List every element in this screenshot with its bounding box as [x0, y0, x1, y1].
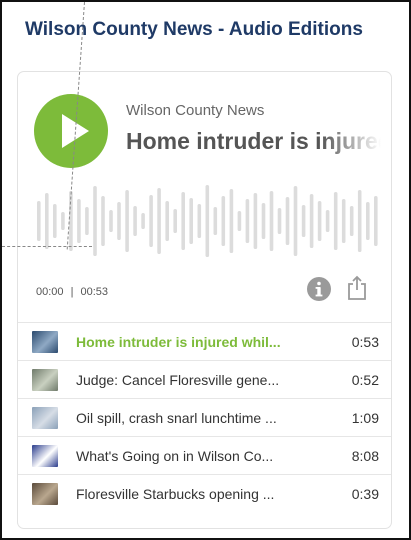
playlist: Home intruder is injured whil... 0:53 Judg… [18, 322, 391, 512]
waveform-bar [77, 199, 81, 243]
waveform-bar [221, 196, 226, 246]
episode-thumbnail [32, 407, 58, 429]
playlist-item[interactable]: What's Going on in Wilson Co... 8:08 [18, 436, 391, 474]
playlist-item[interactable]: Floresville Starbucks opening ... 0:39 [18, 474, 391, 512]
time-display: 00:00 | 00:53 [36, 286, 108, 298]
play-button[interactable] [34, 94, 108, 168]
total-time: 00:53 [80, 286, 109, 298]
waveform-bar [173, 209, 177, 233]
waveform-bar [366, 202, 370, 240]
waveform-bar [357, 190, 362, 252]
playlist-item-title: Judge: Cancel Floresville gene... [76, 372, 280, 388]
episode-thumbnail [32, 331, 58, 353]
time-separator: | [70, 286, 74, 298]
playlist-item-title: What's Going on in Wilson Co... [76, 448, 274, 464]
waveform-bar [349, 206, 354, 236]
info-icon[interactable] [307, 277, 331, 301]
playlist-item[interactable]: Judge: Cancel Floresville gene... 0:52 [18, 360, 391, 398]
waveform-bar [93, 186, 97, 256]
waveform-bar [293, 186, 298, 256]
waveform-bar [125, 190, 129, 252]
episode-thumbnail [32, 483, 58, 505]
waveform-bar [197, 204, 202, 238]
waveform-bar [333, 192, 338, 250]
playlist-item-duration: 0:52 [351, 372, 379, 388]
headline-fade [321, 128, 381, 162]
waveform-bar [245, 199, 250, 243]
waveform-bar [109, 210, 113, 232]
waveform-bar [149, 195, 153, 247]
waveform-bar [53, 204, 57, 238]
waveform-bar [117, 202, 121, 240]
share-icon[interactable] [346, 275, 368, 301]
waveform-bar [253, 193, 258, 249]
playlist-item[interactable]: Home intruder is injured whil... 0:53 [18, 322, 391, 360]
waveform-bar [101, 196, 105, 246]
play-icon [62, 114, 89, 148]
waveform-bar [181, 192, 185, 250]
playlist-item-duration: 1:09 [351, 410, 379, 426]
episode-thumbnail [32, 369, 58, 391]
waveform-bar [189, 198, 193, 244]
playlist-item-duration: 0:39 [351, 486, 379, 502]
playlist-item-duration: 0:53 [351, 334, 379, 350]
waveform-bar [205, 185, 210, 257]
playlist-item[interactable]: Oil spill, crash snarl lunchtime ... 1:09 [18, 398, 391, 436]
waveform-bar [277, 208, 282, 234]
waveform-bar [237, 211, 242, 231]
playlist-item-title: Home intruder is injured whil... [76, 334, 281, 350]
current-time: 00:00 [36, 286, 64, 298]
playlist-item-title: Floresville Starbucks opening ... [76, 486, 275, 502]
headline-container: Home intruder is injured while [126, 128, 381, 162]
waveform-bar [317, 201, 322, 241]
waveform-bar [309, 194, 314, 248]
waveform-bar [269, 191, 274, 251]
episode-thumbnail [32, 445, 58, 467]
waveform-bar [45, 193, 49, 249]
waveform-bar [229, 189, 234, 253]
waveform-bar [165, 201, 169, 241]
playlist-item-duration: 8:08 [351, 448, 379, 464]
waveform-bar [133, 206, 137, 236]
waveform-bar [285, 197, 290, 245]
waveform-bar [157, 188, 161, 254]
playlist-item-title: Oil spill, crash snarl lunchtime ... [76, 410, 277, 426]
widget-frame: Wilson County News - Audio Editions Wils… [2, 2, 411, 540]
waveform-bar [85, 207, 89, 235]
waveform-bar [61, 212, 65, 230]
waveform-bar [141, 213, 145, 229]
waveform-bar [374, 196, 378, 246]
page-title: Wilson County News - Audio Editions [25, 19, 363, 40]
waveform-bar [37, 201, 41, 241]
waveform-bar [325, 210, 330, 232]
scan-artifact-line [2, 246, 92, 247]
waveform-bar [261, 203, 266, 239]
waveform-bar [341, 199, 346, 243]
source-name: Wilson County News [126, 102, 265, 119]
waveform-bar [213, 207, 218, 235]
waveform-bar [301, 205, 306, 237]
player-card: Wilson County News Home intruder is inju… [17, 71, 392, 529]
